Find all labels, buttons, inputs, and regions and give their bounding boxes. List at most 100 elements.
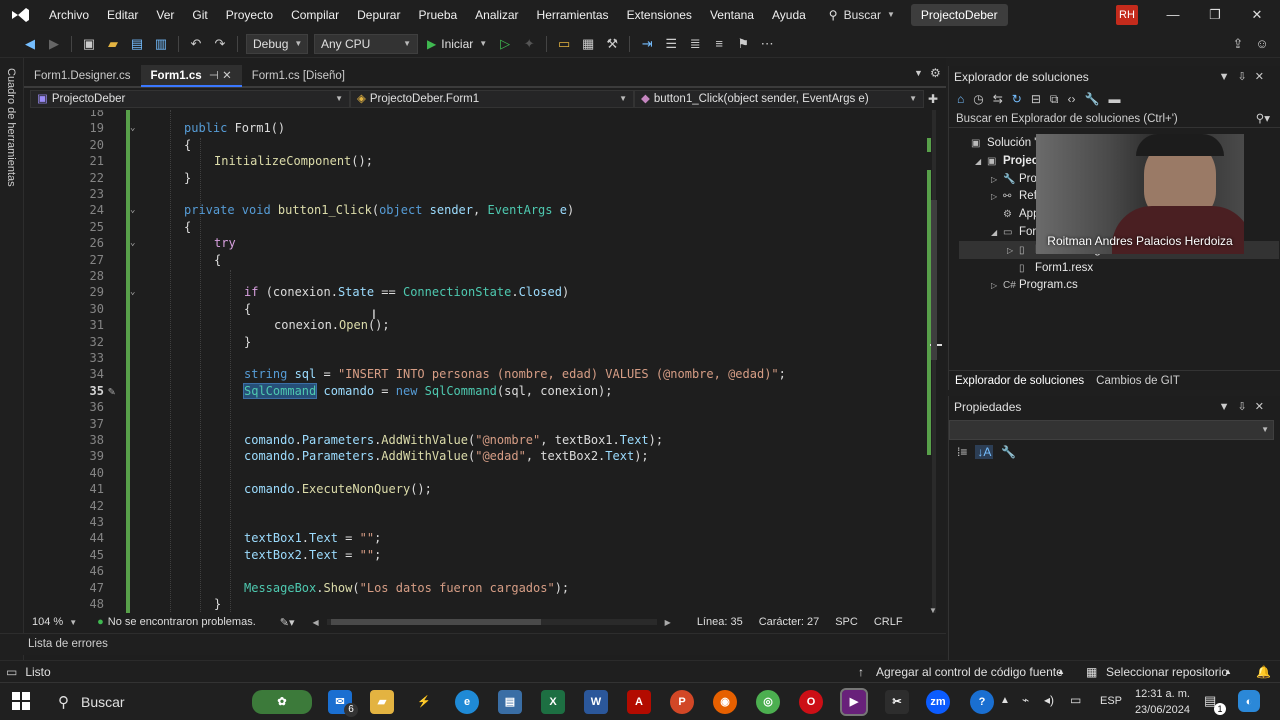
- tools-icon[interactable]: ⚒: [602, 34, 622, 54]
- solution-name-badge[interactable]: ProjectoDeber: [910, 4, 1008, 26]
- acrobat-icon[interactable]: A: [627, 690, 651, 714]
- global-search[interactable]: ⚲ Buscar ▼: [821, 4, 903, 26]
- new-project-icon[interactable]: ▣: [79, 34, 99, 54]
- horizontal-scroll-thumb[interactable]: [330, 619, 541, 625]
- fold-toggle-icon[interactable]: ⌄: [130, 202, 135, 218]
- user-avatar[interactable]: RH: [1116, 5, 1138, 25]
- menu-item-3[interactable]: Git: [183, 0, 216, 30]
- collapsed-arrow-icon[interactable]: ▷: [991, 188, 1003, 206]
- collapsed-arrow-icon[interactable]: ▷: [991, 171, 1003, 189]
- platform-dropdown[interactable]: Any CPU ▼: [314, 33, 418, 54]
- menu-item-10[interactable]: Extensiones: [618, 0, 701, 30]
- line-ending-indicator[interactable]: CRLF: [874, 616, 903, 628]
- chevron-down-icon[interactable]: ▼: [69, 618, 77, 627]
- char-indicator[interactable]: Carácter: 27: [759, 616, 820, 628]
- zoom-level[interactable]: 104 %: [32, 616, 63, 628]
- expanded-arrow-icon[interactable]: ◢: [975, 153, 987, 171]
- layout-icon[interactable]: ▦: [578, 34, 598, 54]
- bookmark-icon[interactable]: ⚑: [733, 34, 753, 54]
- scroll-right-icon[interactable]: ▶: [665, 618, 671, 627]
- horizontal-scrollbar[interactable]: [326, 619, 657, 625]
- property-pages-icon[interactable]: 🔧: [1001, 445, 1016, 459]
- start-without-debugging-icon[interactable]: ▷: [495, 34, 515, 54]
- chevron-up-icon[interactable]: ▲: [1057, 667, 1065, 676]
- feedback-icon[interactable]: ☺: [1252, 34, 1272, 54]
- tree-item[interactable]: ▣ Solución ": [959, 134, 1038, 152]
- copilot-icon[interactable]: ◐: [1238, 690, 1260, 712]
- undo-icon[interactable]: ↶: [186, 34, 206, 54]
- home-icon[interactable]: ⌂: [957, 92, 964, 106]
- menu-item-6[interactable]: Depurar: [348, 0, 409, 30]
- scroll-thumb[interactable]: [931, 200, 937, 360]
- split-editor-icon[interactable]: ✚: [928, 92, 938, 106]
- pane-controls[interactable]: ▼⇩✕: [1219, 66, 1280, 88]
- output-icon[interactable]: ▭: [6, 665, 17, 679]
- pane-tab[interactable]: Cambios de GIT: [1090, 371, 1186, 391]
- sublime-icon[interactable]: ⚡: [412, 690, 436, 714]
- volume-icon[interactable]: ◂): [1044, 693, 1054, 707]
- menu-item-8[interactable]: Analizar: [466, 0, 527, 30]
- more-icon[interactable]: ⋯: [757, 34, 777, 54]
- maximize-button[interactable]: ❐: [1192, 0, 1238, 30]
- share-icon[interactable]: ⇪: [1228, 34, 1248, 54]
- minimize-button[interactable]: —: [1150, 0, 1196, 30]
- comment-icon[interactable]: ≡: [709, 34, 729, 54]
- file-explorer-icon[interactable]: ▰: [370, 690, 394, 714]
- tray-chevron-up-icon[interactable]: ▲: [1000, 695, 1010, 706]
- input-language[interactable]: ESP: [1100, 695, 1122, 707]
- menu-item-7[interactable]: Prueba: [409, 0, 466, 30]
- battery-icon[interactable]: ▭: [1070, 693, 1081, 707]
- opera-icon[interactable]: O: [799, 690, 823, 714]
- visual-studio-logo-icon[interactable]: [0, 0, 40, 30]
- format-icon[interactable]: ⇥: [637, 34, 657, 54]
- error-list-tab[interactable]: Lista de errores: [0, 633, 946, 655]
- menu-item-9[interactable]: Herramientas: [528, 0, 618, 30]
- menu-item-0[interactable]: Archivo: [40, 0, 98, 30]
- chrome-icon[interactable]: ◎: [756, 690, 780, 714]
- class-nav-dropdown[interactable]: ◈ ProjectoDeber.Form1 ▼: [350, 90, 634, 108]
- notifications-icon[interactable]: 🔔: [1256, 665, 1271, 679]
- tab-list-chevron-icon[interactable]: ▼: [914, 68, 923, 78]
- widgets-icon[interactable]: ✿: [252, 690, 312, 714]
- visual-studio-taskbar-icon[interactable]: ▶: [840, 688, 868, 716]
- tree-item[interactable]: ▯ Form1.resx: [1007, 259, 1093, 277]
- expanded-arrow-icon[interactable]: ◢: [991, 224, 1003, 242]
- document-tab[interactable]: Form1.cs ⊣ ✕: [140, 65, 242, 87]
- collapse-all-icon[interactable]: ⊟: [1031, 92, 1041, 106]
- object-selector-dropdown[interactable]: ▼: [949, 420, 1274, 440]
- member-nav-dropdown[interactable]: ◆ button1_Click(object sender, EventArgs …: [634, 90, 924, 108]
- menu-item-5[interactable]: Compilar: [282, 0, 348, 30]
- redo-icon[interactable]: ↷: [210, 34, 230, 54]
- alphabetical-icon[interactable]: ↓A: [975, 445, 994, 459]
- document-tab[interactable]: Form1.cs [Diseño]: [242, 65, 355, 87]
- tree-item[interactable]: ⚙ App: [991, 205, 1039, 223]
- problems-summary[interactable]: No se encontraron problemas.: [108, 616, 256, 628]
- menu-item-11[interactable]: Ventana: [701, 0, 763, 30]
- powerpoint-icon[interactable]: P: [670, 690, 694, 714]
- refresh-icon[interactable]: ↻: [1012, 92, 1022, 106]
- configuration-dropdown[interactable]: Debug ▼: [246, 33, 308, 54]
- navigate-back-icon[interactable]: ◀: [20, 34, 40, 54]
- save-all-icon[interactable]: ▥: [151, 34, 171, 54]
- vertical-scrollbar[interactable]: ▼: [927, 110, 942, 618]
- solution-search-input[interactable]: Buscar en Explorador de soluciones (Ctrl…: [949, 110, 1280, 128]
- scroll-left-icon[interactable]: ◀: [313, 618, 319, 627]
- align-icon[interactable]: ☰: [661, 34, 681, 54]
- menu-item-4[interactable]: Proyecto: [217, 0, 282, 30]
- edge-icon[interactable]: e: [455, 690, 479, 714]
- save-icon[interactable]: ▤: [127, 34, 147, 54]
- menu-item-1[interactable]: Editar: [98, 0, 147, 30]
- show-all-files-icon[interactable]: ⧉: [1050, 92, 1059, 107]
- document-tab[interactable]: Form1.Designer.cs: [24, 65, 141, 87]
- menu-item-2[interactable]: Ver: [147, 0, 183, 30]
- history-icon[interactable]: ◷: [973, 92, 983, 106]
- snipping-tool-icon[interactable]: ✂: [885, 690, 909, 714]
- select-repository-button[interactable]: Seleccionar repositorio: [1106, 665, 1228, 679]
- gear-icon[interactable]: ⚙: [930, 66, 941, 80]
- fold-toggle-icon[interactable]: ⌄: [130, 120, 135, 136]
- properties-wrench-icon[interactable]: 🔧: [1085, 92, 1100, 106]
- code-text-area[interactable]: 18 19 ⌄ public Form1() 20 {21 InitializeCompon…: [30, 110, 924, 618]
- toolbox-tab[interactable]: Cuadro de herramientas: [0, 58, 24, 660]
- sync-icon[interactable]: ⇆: [993, 92, 1003, 106]
- collapsed-arrow-icon[interactable]: ▷: [991, 277, 1003, 295]
